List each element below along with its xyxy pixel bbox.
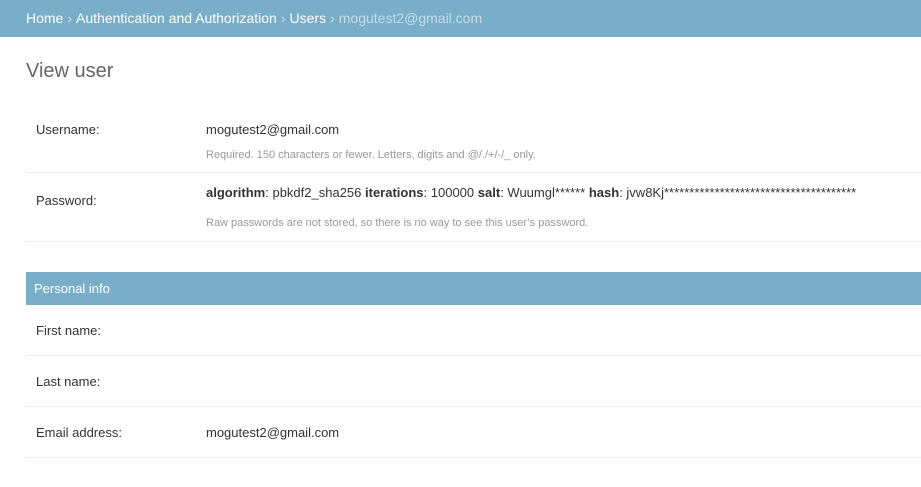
salt-key: salt <box>477 185 501 200</box>
last-name-row: Last name: <box>26 356 921 407</box>
breadcrumb-separator: › <box>330 10 335 26</box>
password-row: Password: algorithm: pbkdf2_sha256 itera… <box>26 173 921 242</box>
username-help: Required. 150 characters or fewer. Lette… <box>206 149 536 161</box>
breadcrumb-home[interactable]: Home <box>26 10 63 26</box>
algorithm-value: pbkdf2_sha256 <box>272 185 362 200</box>
salt-value: Wuumgl****** <box>507 185 586 200</box>
iterations-key: iterations <box>365 185 424 200</box>
iterations-value: 100000 <box>430 185 475 200</box>
hash-value: jvw8Kj**********************************… <box>626 185 857 200</box>
username-label: Username: <box>36 122 100 137</box>
page-title: View user <box>26 60 114 82</box>
username-value: mogutest2@gmail.com <box>206 122 340 137</box>
password-help: Raw passwords are not stored, so there i… <box>206 217 589 229</box>
hash-key: hash <box>588 185 620 200</box>
username-row: Username: mogutest2@gmail.com Required. … <box>26 105 921 173</box>
first-name-row: First name: <box>26 305 921 356</box>
first-name-label: First name: <box>36 323 102 338</box>
breadcrumb-separator: › <box>67 10 73 26</box>
password-label: Password: <box>36 193 97 208</box>
breadcrumb-app[interactable]: Authentication and Authorization <box>76 10 277 26</box>
password-value: algorithm: pbkdf2_sha256 iterations: 100… <box>206 185 857 200</box>
breadcrumb-users[interactable]: Users <box>290 10 327 26</box>
algorithm-key: algorithm <box>206 185 266 200</box>
email-row: Email address: mogutest2@gmail.com <box>26 407 921 458</box>
personal-info-header: Personal info <box>26 272 921 305</box>
breadcrumb-current: mogutest2@gmail.com <box>338 10 483 26</box>
breadcrumb-separator: › <box>280 10 286 26</box>
email-label: Email address: <box>36 425 122 440</box>
user-form: Username: mogutest2@gmail.com Required. … <box>26 105 921 458</box>
last-name-label: Last name: <box>36 374 101 389</box>
breadcrumb: Home › Authentication and Authorization › Us… <box>0 0 921 37</box>
email-value: mogutest2@gmail.com <box>206 425 340 440</box>
